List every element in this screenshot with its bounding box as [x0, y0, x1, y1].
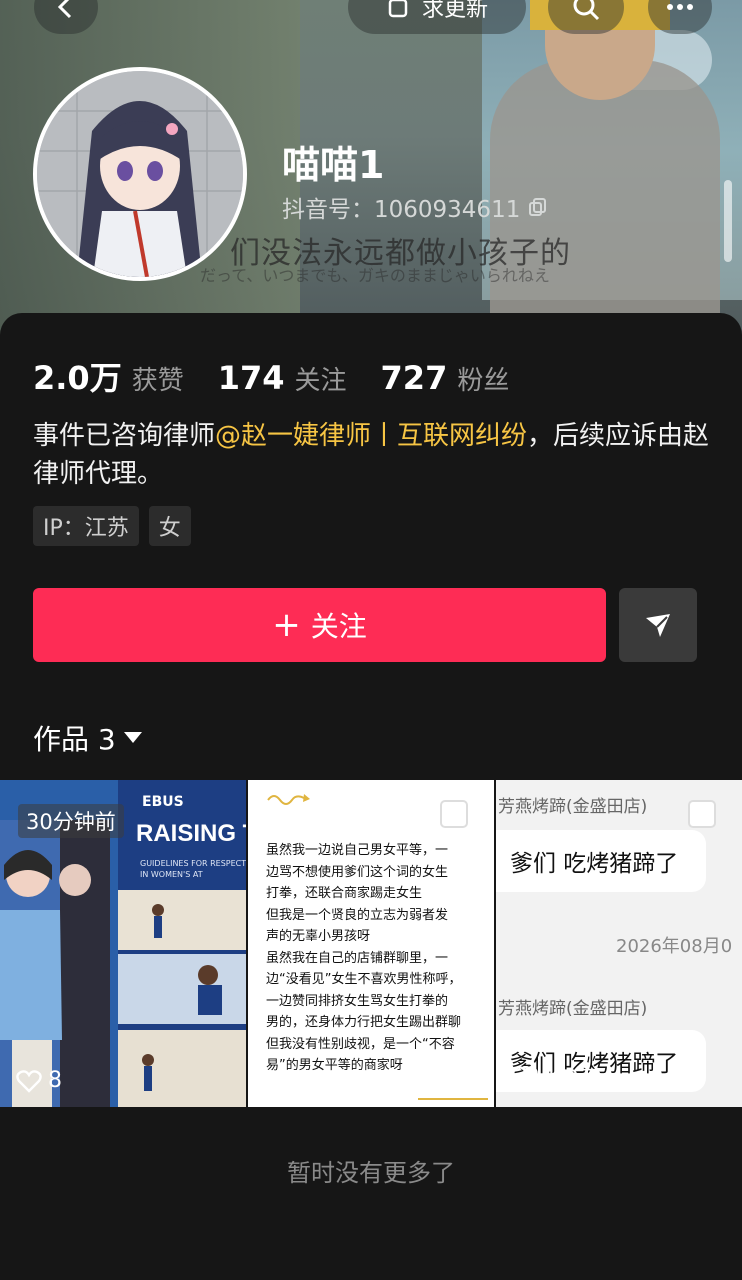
shop-name: 芳燕烤蹄(金盛田店) — [498, 999, 648, 1019]
underline-decoration — [418, 1098, 488, 1100]
bio-prefix: 事件已咨询律师 — [33, 421, 216, 451]
post-time-badge: 30分钟前 — [18, 804, 124, 838]
chat-date: 2026年08月0 — [616, 936, 733, 957]
heart-outline-icon — [512, 1066, 538, 1089]
works-grid: EBUS RAISING T GUIDELINES FOR RESPECTFUL… — [0, 780, 742, 1107]
heart-outline-icon — [16, 1069, 42, 1093]
stat-label: 粉丝 — [457, 366, 510, 396]
stat-followers[interactable]: 727 粉丝 — [381, 359, 510, 397]
work-item[interactable]: 虽然我一边说自己男女平等，一 边骂不想使用爹们这个词的女生 打拳，还联合商家踢走… — [248, 780, 494, 1107]
cover-subtitle-jp: だって、いつまでも、ガキのままじゃいられねえ — [200, 266, 550, 285]
bell-hand-icon — [388, 0, 408, 18]
plus-icon: + — [272, 605, 301, 645]
scrollbar[interactable] — [724, 180, 732, 262]
copy-icon[interactable] — [528, 197, 548, 217]
chat-bubble: 爹们 吃烤猪蹄了 — [496, 830, 706, 892]
follow-label: 关注 — [310, 610, 367, 643]
bio-mention-link[interactable]: @赵一婕律师丨互联网纠纷 — [215, 421, 527, 451]
post-text-line: 打拳，还联合商家踢走女生 — [266, 886, 423, 901]
follow-button[interactable]: + 关注 — [33, 588, 606, 662]
stat-value: 727 — [380, 359, 448, 397]
stat-likes[interactable]: 2.0万 获赞 — [33, 353, 184, 399]
squiggle-decoration-icon — [267, 794, 310, 805]
stats-row: 2.0万 获赞 174 关注 727 粉丝 — [33, 353, 543, 399]
tag-gender: 女 — [148, 506, 191, 546]
post-text-line: 边“没看见”女生不喜欢男性称呼， — [266, 972, 462, 987]
select-checkbox[interactable] — [688, 800, 716, 828]
post-text-line: 但我是一个贤良的立志为弱者发 — [266, 907, 449, 923]
no-more-content-text: 暂时没有更多了 — [287, 1159, 455, 1187]
post-text-line: 一边赞同排挤女生骂女生打拳的 — [266, 993, 449, 1009]
chevron-left-icon — [57, 0, 72, 19]
like-count: 1.9万 — [512, 1061, 601, 1093]
anime-girl-avatar-image — [37, 71, 243, 277]
post-text-line: 声的无辜小男孩呀 — [266, 929, 371, 944]
stat-following[interactable]: 174 关注 — [218, 359, 347, 397]
message-button[interactable] — [619, 588, 697, 662]
athletes-illustration — [118, 890, 246, 1107]
work-item[interactable]: EBUS RAISING T GUIDELINES FOR RESPECTFUL… — [0, 780, 246, 1107]
avatar[interactable] — [33, 67, 247, 281]
stat-label: 关注 — [294, 366, 347, 396]
like-count: 8 — [16, 1068, 62, 1093]
profile-bio: 事件已咨询律师@赵一婕律师丨互联网纠纷，后续应诉由赵律师代理。 — [33, 417, 713, 493]
more-icon — [667, 4, 693, 10]
like-count-value: 1.9万 — [544, 1067, 601, 1092]
works-tab[interactable]: 作品 3 — [33, 718, 142, 758]
post-text: 虽然我一边说自己男女平等，一 边骂不想使用爹们这个词的女生 打拳，还联合商家踢走… — [266, 840, 484, 1077]
post-text-line: 虽然我一边说自己男女平等，一 — [266, 843, 449, 858]
poster-subtitle: GUIDELINES FOR RESPECTFUL IN WOMEN'S AT — [140, 859, 246, 879]
like-count-value: 126 — [296, 1068, 338, 1093]
send-icon — [646, 614, 670, 637]
tag-ip-location: IP：江苏 — [33, 506, 139, 546]
work-item[interactable]: 芳燕烤蹄(金盛田店) 爹们 吃烤猪蹄了 2026年08月0 芳燕烤蹄(金盛田店)… — [496, 780, 742, 1107]
heart-outline-icon — [264, 1069, 290, 1093]
search-icon — [573, 0, 600, 21]
like-count: 126 — [264, 1068, 338, 1093]
post-text-line: 但我没有性别歧视，是一个“不容 — [266, 1036, 455, 1052]
post-text-line: 男的，还身体力行把女生踢出群聊 — [266, 1015, 462, 1030]
like-count-value: 8 — [48, 1068, 62, 1093]
douyin-id: 抖音号：1060934611 — [282, 190, 548, 224]
post-text-line: 虽然我在自己的店铺群聊里，一 — [266, 950, 449, 966]
stat-value: 2.0万 — [33, 359, 122, 397]
shop-name: 芳燕烤蹄(金盛田店) — [498, 797, 648, 817]
seek-update-label: 求更新 — [421, 0, 488, 22]
woman-photo-image — [0, 820, 110, 1107]
poster-title: RAISING T — [136, 820, 246, 847]
caret-down-icon — [123, 732, 142, 743]
profile-tags: IP：江苏 女 — [33, 506, 191, 546]
works-tab-label: 作品 3 — [33, 723, 116, 756]
douyin-id-text: 抖音号：1060934611 — [282, 197, 521, 223]
poster-image: EBUS RAISING T GUIDELINES FOR RESPECTFUL… — [118, 780, 246, 1107]
stat-label: 获赞 — [131, 366, 184, 396]
profile-nickname: 喵喵1 — [282, 143, 385, 187]
seek-update-button[interactable]: 求更新 — [348, 0, 526, 34]
poster-brand: EBUS — [142, 794, 184, 810]
stat-value: 174 — [217, 359, 285, 397]
select-checkbox[interactable] — [440, 800, 468, 828]
search-button[interactable] — [548, 0, 624, 34]
post-text-line: 边骂不想使用爹们这个词的女生 — [266, 864, 449, 880]
profile-panel: 2.0万 获赞 174 关注 727 粉丝 事件已咨询律师@赵一婕律师丨互联网纠… — [0, 313, 742, 1280]
